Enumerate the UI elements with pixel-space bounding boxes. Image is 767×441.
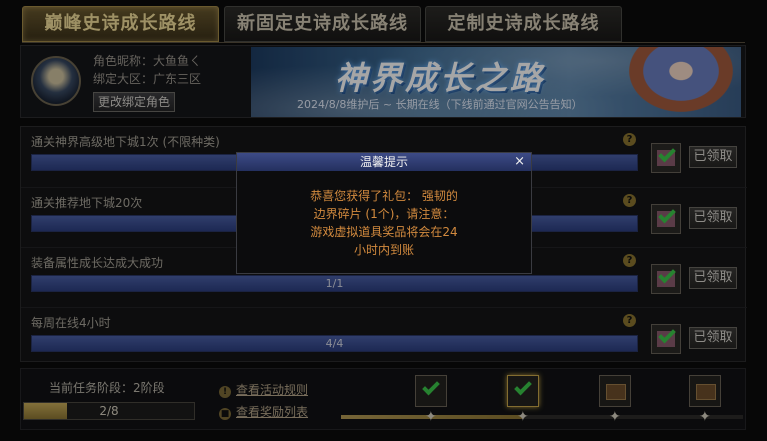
- dialog-title-bar: 温馨提示 ×: [237, 153, 531, 171]
- notice-dialog: 温馨提示 × 恭喜您获得了礼包： 强韧的 边界碎片 (1个)，请注意： 游戏虚拟…: [236, 152, 532, 274]
- dialog-title: 温馨提示: [359, 155, 408, 169]
- dialog-line: 小时内到账: [353, 243, 414, 257]
- dialog-line: 边界碎片 (1个)，请注意：: [313, 207, 455, 221]
- close-icon[interactable]: ×: [514, 153, 525, 171]
- dialog-line: 游戏虚拟道具奖品将会在24: [310, 225, 458, 239]
- dialog-message: 恭喜您获得了礼包： 强韧的 边界碎片 (1个)，请注意： 游戏虚拟道具奖品将会在…: [277, 187, 491, 259]
- dialog-line: 恭喜您获得了礼包： 强韧的: [310, 189, 458, 203]
